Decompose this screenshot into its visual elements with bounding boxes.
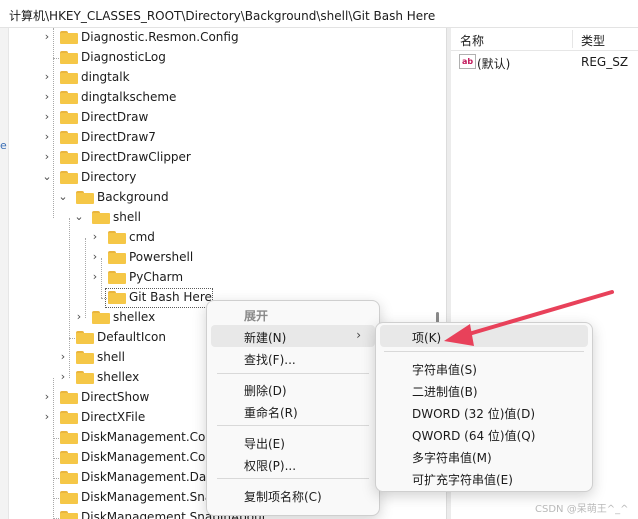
watermark: CSDN @呆萌王^_^ <box>535 504 629 515</box>
arrow-head <box>444 324 474 346</box>
annotation-arrow <box>444 290 614 346</box>
arrow-shaft <box>460 290 614 338</box>
